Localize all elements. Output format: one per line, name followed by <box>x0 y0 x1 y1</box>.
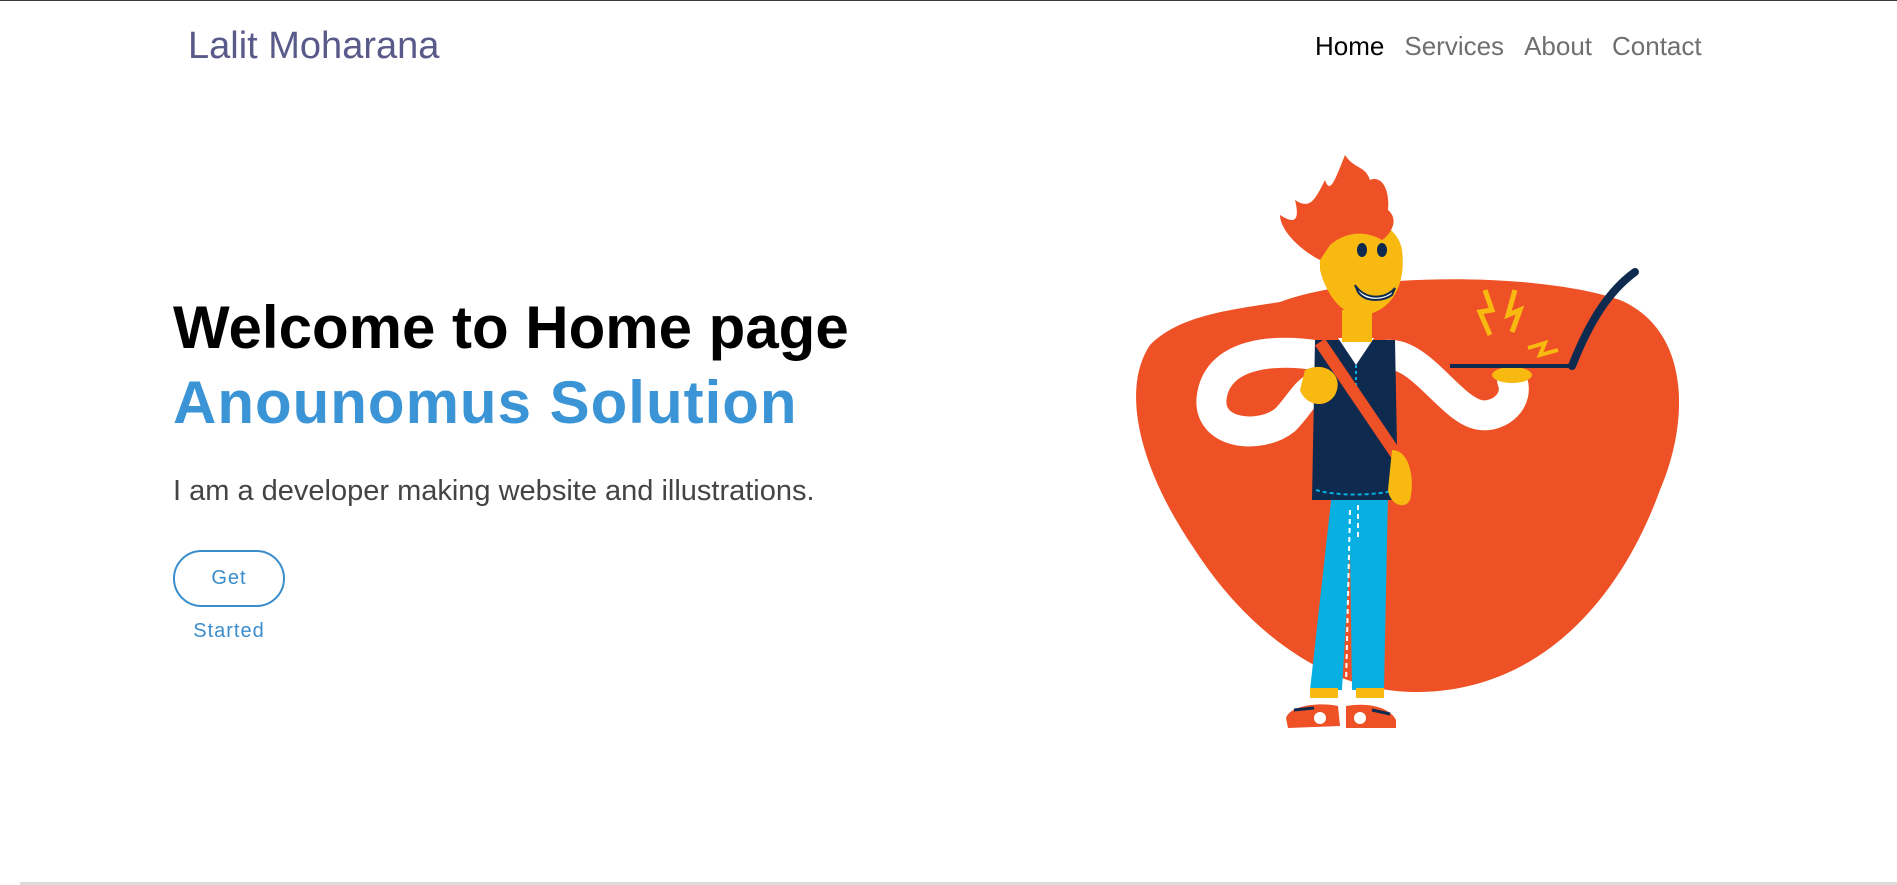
nav-link-services[interactable]: Services <box>1394 26 1514 66</box>
hero-subheading: Anounomus Solution <box>173 369 798 436</box>
hero-heading: Welcome to Home page <box>173 294 849 361</box>
get-started-button[interactable]: Get Started <box>173 550 285 642</box>
main-nav: Home Services About Contact <box>1305 26 1712 66</box>
vest <box>1312 340 1398 500</box>
nav-link-contact[interactable]: Contact <box>1602 26 1712 66</box>
brand-logo[interactable]: Lalit Moharana <box>188 22 439 70</box>
right-hand <box>1492 367 1532 383</box>
left-hand <box>1300 366 1338 405</box>
top-border <box>0 0 1897 1</box>
developer-illustration <box>1136 155 1680 728</box>
nav-link-about[interactable]: About <box>1514 26 1602 66</box>
right-shoe <box>1346 704 1396 728</box>
nav-link-home[interactable]: Home <box>1305 26 1394 66</box>
hero-description: I am a developer making website and illu… <box>173 475 815 507</box>
laptop <box>1450 364 1575 368</box>
